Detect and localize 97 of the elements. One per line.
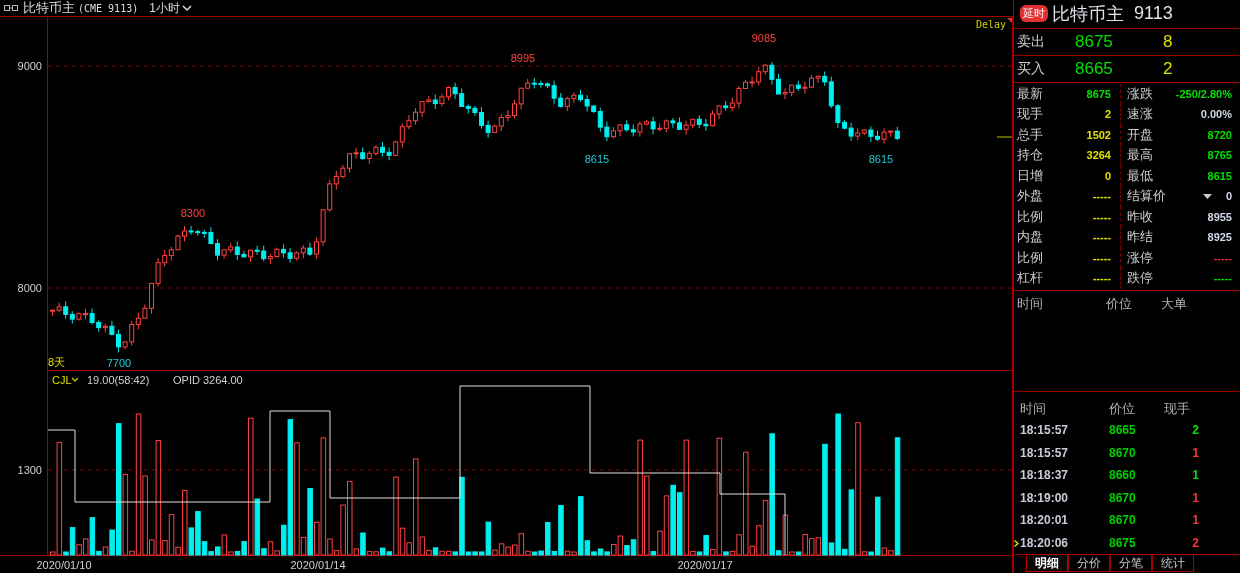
- stat-value: 8925: [1207, 231, 1232, 244]
- tick-volume: 2: [1191, 423, 1199, 438]
- stat-label: 现手: [1017, 105, 1044, 124]
- stat-value: -250/2.80%: [1175, 87, 1232, 100]
- stat-value: -----: [1092, 210, 1111, 223]
- column-header: 大单: [1161, 294, 1188, 311]
- stat-label: 杠杆: [1017, 269, 1044, 288]
- order-quantity: 8: [1163, 31, 1173, 52]
- stat-label: 最低: [1127, 166, 1154, 185]
- panel-tab[interactable]: 分笔: [1110, 555, 1152, 573]
- stat-label: 开盘: [1127, 125, 1154, 144]
- column-header: 价位: [1106, 294, 1133, 311]
- days-label: 8天: [48, 356, 66, 368]
- price-annotation: 7700: [106, 357, 132, 369]
- tick-time: 18:18:37: [1020, 468, 1070, 483]
- tick-time: 18:19:00: [1020, 490, 1070, 505]
- tick-volume: 1: [1191, 490, 1199, 505]
- stat-label: 持仓: [1017, 146, 1044, 165]
- tick-time: 18:15:57: [1020, 423, 1070, 438]
- volume-axis-label: 1300: [17, 464, 42, 476]
- stat-label: 比例: [1017, 207, 1044, 226]
- stat-label: 总手: [1017, 125, 1044, 144]
- stat-label: 最高: [1127, 146, 1154, 165]
- volume-reading: 19.00(58:42): [87, 374, 150, 386]
- stat-value: 8765: [1207, 149, 1232, 162]
- price-annotation: 8300: [180, 207, 206, 219]
- panel-tab[interactable]: 分价: [1068, 555, 1110, 573]
- column-header: 现手: [1164, 399, 1191, 416]
- tick-price: 8670: [1109, 445, 1137, 460]
- tick-price: 8675: [1109, 536, 1137, 550]
- tick-volume: 1: [1191, 468, 1199, 483]
- stat-label: 涨停: [1127, 248, 1154, 267]
- stat-label: 跌停: [1127, 269, 1154, 288]
- stat-label: 涨跌: [1127, 84, 1154, 103]
- stat-label: 最新: [1017, 84, 1044, 103]
- price-annotation: 8615: [868, 153, 894, 165]
- order-side-label: 卖出: [1016, 32, 1046, 51]
- delay-label: Delay: [975, 19, 1006, 30]
- order-quantity: 2: [1163, 58, 1173, 79]
- stat-value: -----: [1092, 251, 1111, 264]
- stat-value: 8615: [1207, 169, 1232, 182]
- stat-label: 结算价: [1127, 187, 1167, 206]
- date-label: 2020/01/17: [677, 559, 733, 571]
- stat-label: 昨结: [1127, 228, 1154, 247]
- tick-volume: 1: [1191, 445, 1199, 460]
- stat-value: -----: [1213, 272, 1232, 285]
- stat-label: 昨收: [1127, 207, 1154, 226]
- stat-label: 外盘: [1017, 187, 1044, 206]
- order-price: 8665: [1075, 58, 1114, 79]
- date-label: 2020/01/10: [36, 559, 92, 571]
- order-side-label: 买入: [1016, 59, 1046, 78]
- tick-time: 18:20:06: [1020, 536, 1070, 550]
- indicator-selector[interactable]: CJL: [52, 374, 72, 386]
- delayed-badge: 延时: [1020, 5, 1048, 23]
- price-annotation: 8995: [510, 52, 536, 64]
- instrument-name: 比特币主: [23, 0, 75, 17]
- price-annotation: 9085: [751, 32, 777, 44]
- tick-price: 8660: [1109, 468, 1137, 483]
- tick-time: 18:15:57: [1020, 445, 1070, 460]
- tick-price: 8670: [1109, 490, 1137, 505]
- stat-value: 0: [1225, 190, 1232, 203]
- tick-price: 8665: [1109, 423, 1137, 438]
- tick-volume: 1: [1191, 513, 1199, 528]
- panel-tab[interactable]: 统计: [1152, 555, 1194, 573]
- stat-value: -----: [1092, 272, 1111, 285]
- stat-value: -----: [1213, 251, 1232, 264]
- tick-volume: 2: [1191, 536, 1199, 550]
- instrument-code: 9113: [1134, 3, 1173, 25]
- stat-value: 8955: [1207, 210, 1232, 223]
- price-axis-label: 9000: [17, 60, 42, 72]
- stat-value: 8720: [1207, 128, 1232, 141]
- column-header: 时间: [1017, 294, 1044, 311]
- column-header: 价位: [1109, 399, 1136, 416]
- price-annotation: 8615: [584, 153, 610, 165]
- stat-value: 3264: [1086, 149, 1111, 162]
- stat-label: 比例: [1017, 248, 1044, 267]
- price-axis-label: 8000: [17, 282, 42, 294]
- stat-label: 日增: [1017, 166, 1044, 185]
- stat-value: 0.00%: [1200, 108, 1232, 121]
- stat-label: 速涨: [1127, 105, 1154, 124]
- tick-time: 18:20:01: [1020, 513, 1070, 528]
- order-price: 8675: [1075, 31, 1114, 52]
- panel-tab[interactable]: 明细: [1026, 555, 1068, 573]
- column-header: 时间: [1020, 399, 1047, 416]
- instrument-name: 比特币主: [1052, 2, 1124, 26]
- tick-price: 8670: [1109, 513, 1137, 528]
- period-dropdown[interactable]: 1小时: [149, 0, 192, 17]
- date-label: 2020/01/14: [290, 559, 346, 571]
- stat-value: 2: [1104, 108, 1111, 121]
- stat-value: 8675: [1086, 87, 1111, 100]
- contract-code: (CME 9113): [78, 2, 139, 14]
- stat-value: -----: [1092, 231, 1111, 244]
- stat-value: 1502: [1086, 128, 1111, 141]
- stat-label: 内盘: [1017, 228, 1044, 247]
- open-interest-reading: OPID 3264.00: [173, 374, 243, 386]
- stat-value: 0: [1104, 169, 1111, 182]
- stat-value: -----: [1092, 190, 1111, 203]
